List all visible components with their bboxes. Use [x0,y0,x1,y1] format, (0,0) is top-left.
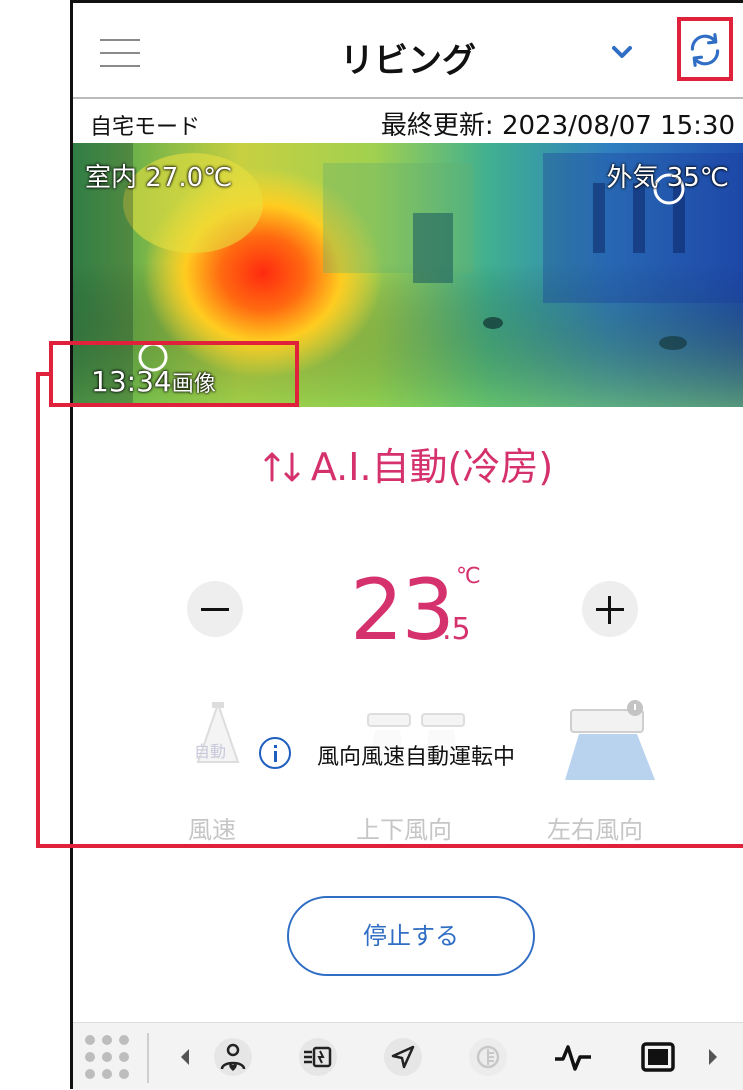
fan-speed-auto-label: 自動 [194,742,227,761]
refresh-button[interactable] [677,17,733,81]
temperature-unit: ℃ [456,564,481,589]
disabled-mode-icon [469,1038,507,1076]
grid-icon[interactable] [81,1031,133,1083]
location-icon[interactable] [383,1037,423,1077]
display-icon[interactable] [638,1037,678,1077]
chevron-right-icon[interactable] [703,1037,723,1077]
temperature-decimal: .5 [442,612,471,647]
status-bar: 自宅モード 最終更新: 2023/08/07 15:30 [73,97,743,145]
highlight-timestamp-box [49,341,299,407]
header: リビング [73,3,743,95]
last-update-label: 最終更新: 2023/08/07 15:30 [380,111,735,141]
page-title: リビング [340,41,476,81]
nav-separator [147,1033,149,1083]
refresh-icon [690,33,720,67]
horizontal-vane-icon[interactable] [565,700,655,782]
stop-button[interactable]: 停止する [287,896,535,976]
chevron-down-icon[interactable] [611,45,633,61]
horizontal-direction-label: 左右風向 [547,816,643,844]
outdoor-temperature: 外気 35℃ [606,163,729,193]
info-icon[interactable] [259,737,291,769]
person-heart-icon[interactable] [213,1037,253,1077]
wind-speed-label: 風速 [188,816,236,844]
temperature-increase-button[interactable] [582,581,638,637]
highlight-connector [36,372,40,848]
temperature-decrease-button[interactable] [187,581,243,637]
auto-swap-icon [264,452,300,482]
wind-auto-info-text: 風向風速自動運転中 [317,745,516,770]
activity-icon[interactable] [553,1037,593,1077]
mode-label: 自宅モード [90,115,201,140]
temperature-value: 23 [350,561,455,659]
vertical-direction-label: 上下風向 [356,816,452,844]
bottom-nav [73,1022,743,1090]
operation-mode[interactable]: A.I.自動(冷房) [73,436,743,491]
power-saving-icon[interactable] [298,1037,338,1077]
operation-mode-label: A.I.自動(冷房) [310,445,554,489]
indoor-temperature: 室内 27.0℃ [85,163,233,193]
chevron-left-icon[interactable] [175,1037,195,1077]
